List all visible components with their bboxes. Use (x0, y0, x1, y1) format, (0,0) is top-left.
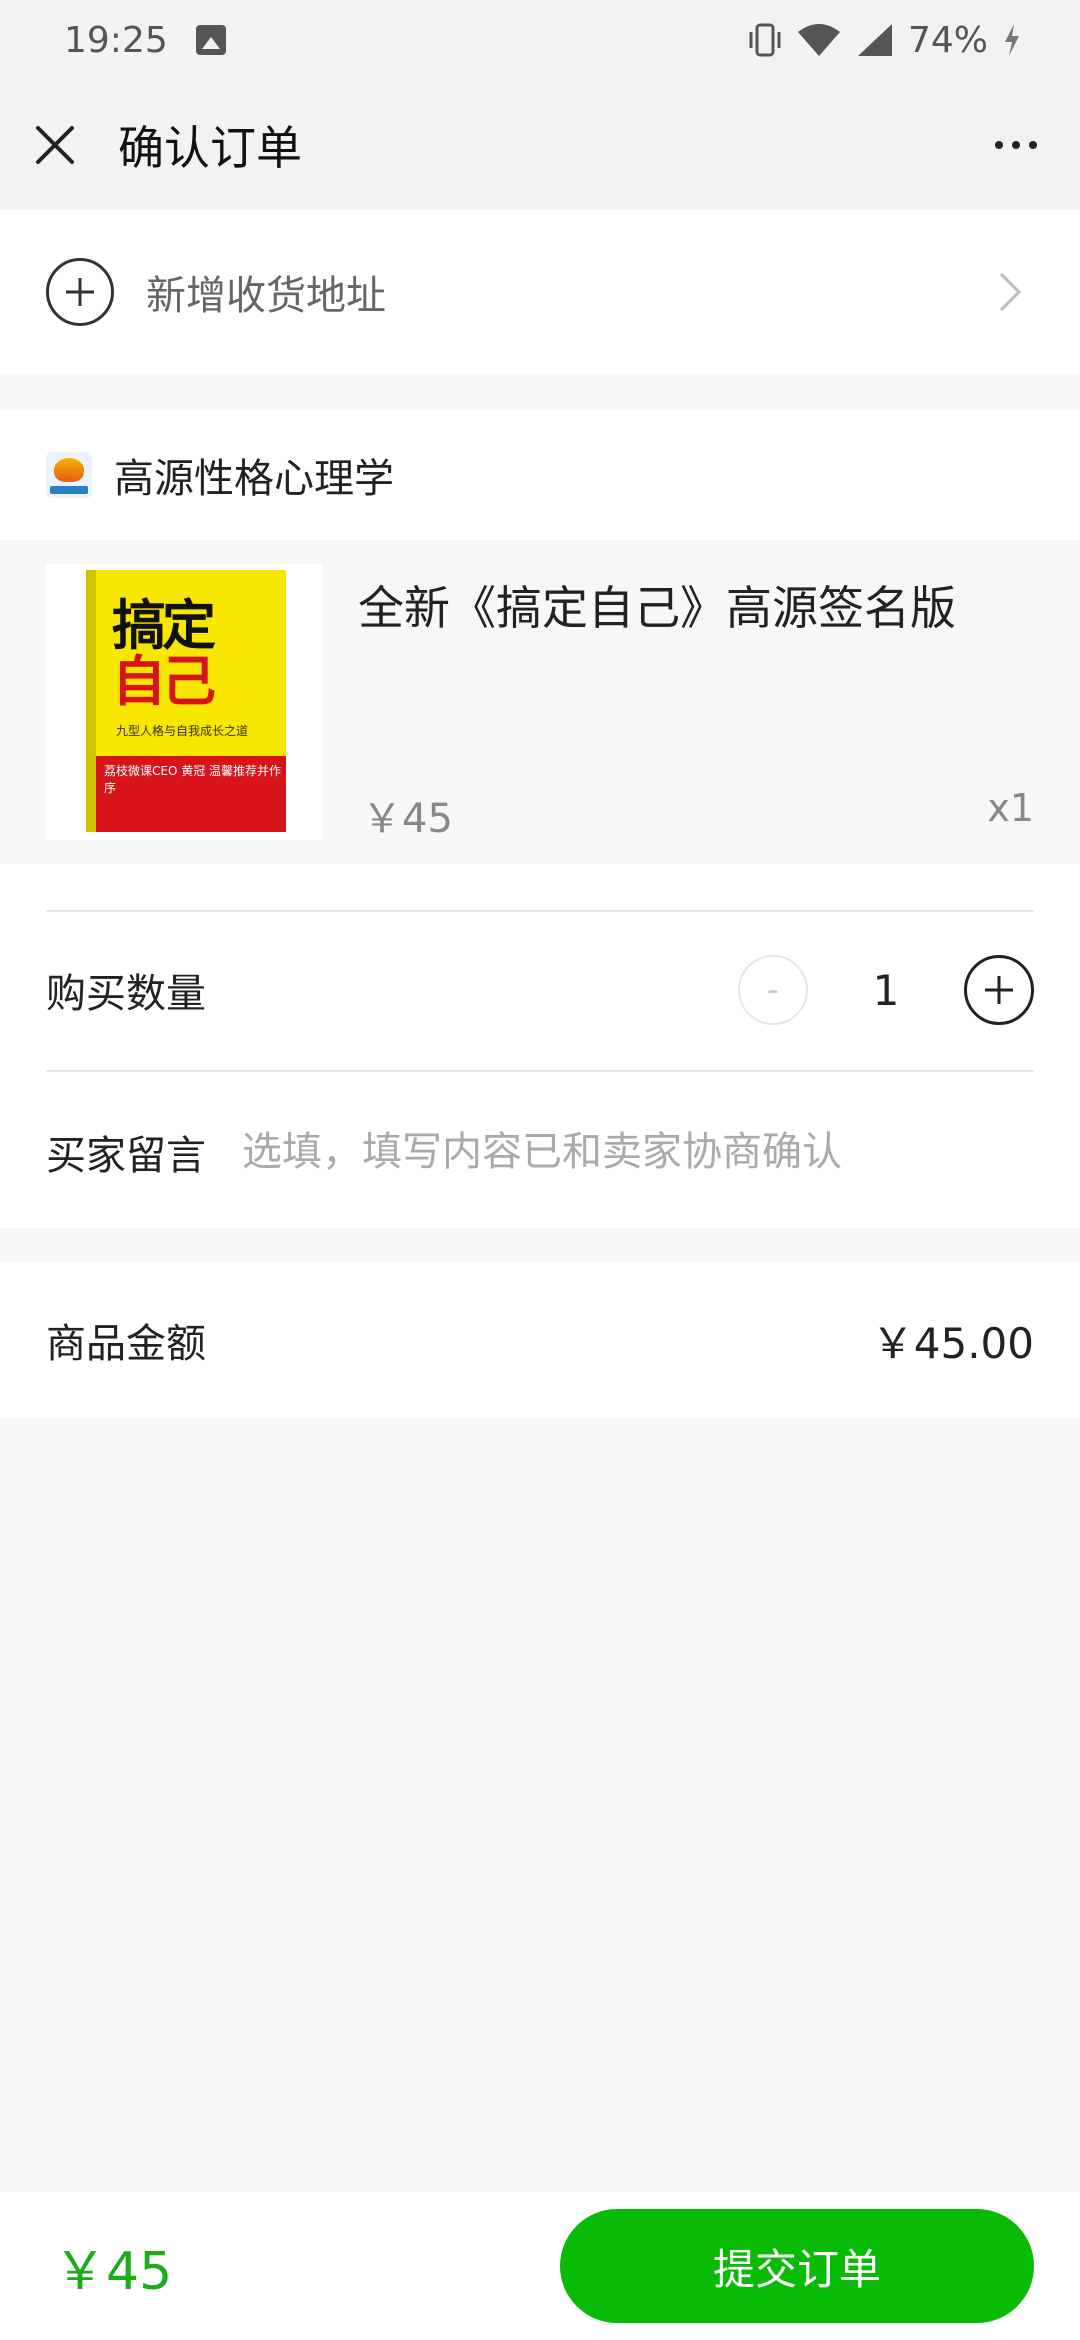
book-cover-title: 搞定 自己 (112, 598, 216, 713)
store-name: 高源性格心理学 (114, 456, 394, 502)
book-cover-title-line1: 搞定 (112, 594, 216, 657)
photo-icon (195, 25, 226, 55)
amount-row: 商品金额 ￥45.00 (0, 1262, 1080, 1418)
total-price: ￥45 (54, 2241, 173, 2302)
close-icon[interactable] (34, 124, 76, 166)
book-cover-band: 荔枝微课CEO 黄冠 温馨推荐并作序 (96, 756, 286, 832)
increase-button[interactable] (964, 955, 1034, 1025)
product-card[interactable]: 搞定 自己 九型人格与自我成长之道 荔枝微课CEO 黄冠 温馨推荐并作序 全新《… (0, 540, 1080, 864)
amount-value: ￥45.00 (871, 1318, 1034, 1368)
vibrate-icon (749, 23, 781, 57)
buyer-message-label: 买家留言 (46, 1133, 206, 1179)
store-header[interactable]: 高源性格心理学 (0, 410, 1080, 540)
product-quantity: x1 (987, 786, 1034, 830)
status-time: 19:25 (64, 19, 168, 61)
page-title: 确认订单 (118, 121, 302, 175)
order-detail: 购买数量 - 1 买家留言 (0, 864, 1080, 1228)
quantity-row: 购买数量 - 1 (46, 910, 1034, 1070)
quantity-stepper: - 1 (738, 955, 1034, 1025)
nav-bar: 确认订单 (0, 80, 1080, 210)
screen: 19:25 74% 确认订单 新增收货地址 高源性格心理学 搞定 自己 九型人格… (0, 0, 1080, 2340)
quantity-label: 购买数量 (46, 971, 206, 1017)
amount-label: 商品金额 (46, 1321, 206, 1367)
plus-icon (985, 976, 1013, 1004)
book-cover-band-text: 荔枝微课CEO 黄冠 温馨推荐并作序 (104, 764, 282, 795)
product-info: 全新《搞定自己》高源签名版 ￥45 x1 (358, 564, 1034, 864)
wifi-icon (797, 24, 840, 56)
product-title: 全新《搞定自己》高源签名版 (358, 581, 956, 635)
add-address-label: 新增收货地址 (146, 273, 386, 319)
chevron-right-icon (999, 272, 1022, 312)
store-logo (46, 452, 92, 498)
signal-icon (857, 24, 892, 56)
submit-order-button[interactable]: 提交订单 (560, 2209, 1034, 2323)
book-cover-title-line2: 自己 (112, 650, 216, 713)
minus-icon: - (766, 970, 780, 1010)
add-circle-icon (46, 258, 114, 326)
status-icons: 74% (748, 20, 1022, 61)
book-cover: 搞定 自己 九型人格与自我成长之道 荔枝微课CEO 黄冠 温馨推荐并作序 (86, 570, 286, 832)
checkout-bar: ￥45 提交订单 (0, 2192, 1080, 2340)
quantity-value: 1 (872, 965, 900, 1015)
book-cover-subtitle: 九型人格与自我成长之道 (116, 724, 249, 738)
product-image: 搞定 自己 九型人格与自我成长之道 荔枝微课CEO 黄冠 温馨推荐并作序 (46, 564, 322, 840)
more-icon[interactable] (986, 125, 1046, 165)
battery-percent: 74% (907, 19, 988, 61)
buyer-message-input[interactable] (242, 1129, 1034, 1175)
add-address-row[interactable]: 新增收货地址 (0, 210, 1080, 374)
status-bar: 19:25 74% (0, 0, 1080, 80)
product-price: ￥45 (362, 796, 453, 842)
buyer-message-row: 买家留言 (46, 1072, 1034, 1232)
charging-icon (1005, 24, 1019, 56)
decrease-button[interactable]: - (738, 955, 808, 1025)
